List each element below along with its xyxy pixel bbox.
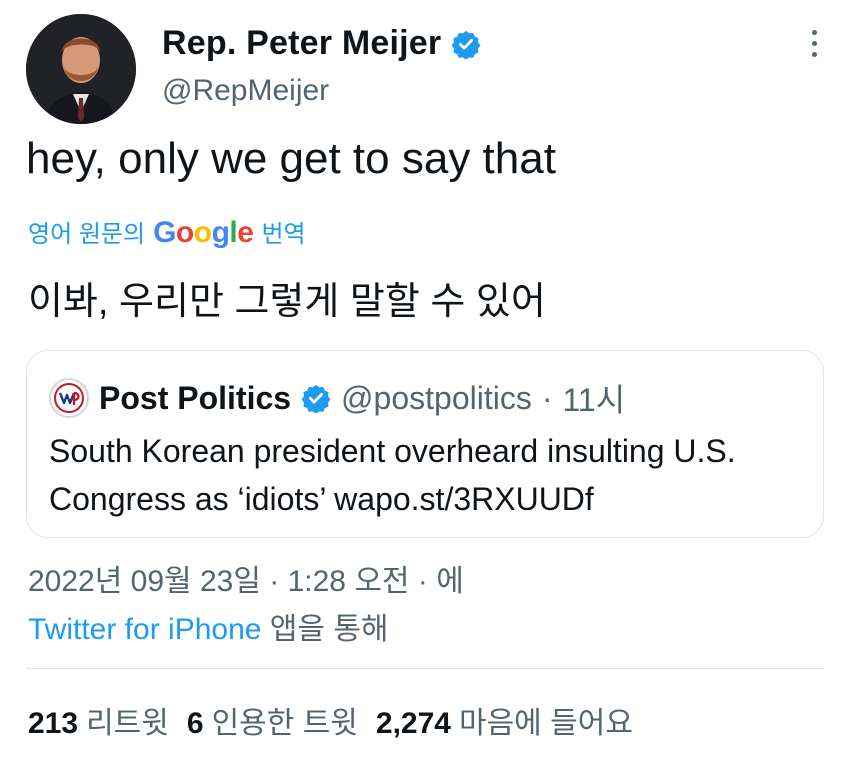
engagement-stats: 213 리트윗 6 인용한 트윗 2,274 마음에 들어요: [28, 698, 633, 742]
tweet-text: hey, only we get to say that: [26, 134, 556, 183]
author-display-name[interactable]: Rep. Peter Meijer: [162, 24, 481, 63]
quoted-tweet-card[interactable]: Post Politics @postpolitics · 11시 South …: [26, 350, 824, 538]
quote-tweets-label: 인용한 트윗: [211, 707, 358, 740]
translated-text: 이봐, 우리만 그렇게 말할 수 있어: [28, 281, 546, 323]
tweet-source: Twitter for iPhone 앱을 통해: [28, 604, 389, 648]
quoted-tweet-header: Post Politics @postpolitics · 11시: [49, 375, 625, 421]
divider: [26, 668, 824, 669]
retweets-label: 리트윗: [86, 707, 169, 740]
more-options-icon[interactable]: [810, 30, 820, 63]
source-app-link[interactable]: Twitter for iPhone: [28, 613, 261, 646]
translation-suffix: 번역: [261, 221, 306, 248]
quoted-author-name[interactable]: Post Politics: [99, 380, 291, 417]
wapo-logo-icon[interactable]: [49, 378, 89, 418]
retweets-stat[interactable]: 213 리트윗: [28, 698, 169, 742]
verified-badge-icon: [451, 29, 481, 60]
likes-stat[interactable]: 2,274 마음에 들어요: [376, 698, 633, 742]
google-logo-text: Google: [153, 216, 254, 249]
author-avatar[interactable]: [26, 14, 136, 124]
author-name-text: Rep. Peter Meijer: [162, 24, 442, 62]
verified-badge-icon: [301, 383, 331, 414]
tweet-timestamp[interactable]: 2022년 09월 23일 · 1:28 오전 · 에: [28, 556, 464, 600]
separator-dot: ·: [541, 379, 553, 416]
quote-tweets-count: 6: [186, 707, 204, 740]
translation-prefix: 영어 원문의: [28, 221, 146, 248]
quoted-author-handle[interactable]: @postpolitics: [341, 380, 532, 417]
author-handle[interactable]: @RepMeijer: [162, 74, 329, 108]
quoted-tweet-time[interactable]: 11시: [562, 375, 625, 421]
retweets-count: 213: [28, 707, 79, 740]
quoted-tweet-text: South Korean president overheard insulti…: [49, 433, 736, 517]
likes-label: 마음에 들어요: [458, 707, 633, 740]
translation-attribution[interactable]: 영어 원문의 Google 번역: [28, 214, 306, 250]
likes-count: 2,274: [375, 707, 451, 740]
source-suffix: 앱을 통해: [269, 613, 389, 646]
quote-tweets-stat[interactable]: 6 인용한 트윗: [187, 698, 358, 742]
